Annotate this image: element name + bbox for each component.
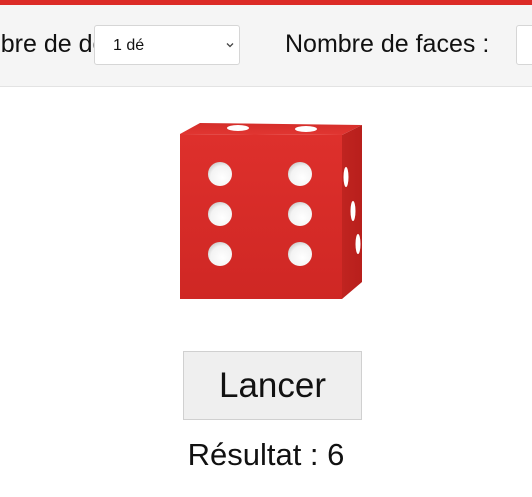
roll-button[interactable]: Lancer	[183, 351, 362, 420]
die-pip	[288, 202, 312, 226]
die-side-pip	[350, 201, 356, 221]
die-top-pip	[295, 126, 317, 132]
die-top-pip	[227, 125, 249, 131]
dice-count-select[interactable]: 1 dé	[94, 25, 240, 65]
die-side-pip	[343, 167, 349, 187]
die	[180, 123, 362, 299]
controls-bar: Nombre de dés : 1 dé Nombre de faces :	[0, 5, 532, 87]
die-pip	[288, 242, 312, 266]
dice-count-selected-value: 1 dé	[113, 37, 145, 54]
die-front-face	[180, 134, 342, 299]
faces-label: Nombre de faces :	[285, 30, 490, 58]
die-pip	[208, 242, 232, 266]
dice-area	[0, 87, 532, 337]
die-pip	[208, 202, 232, 226]
die-side-pip	[355, 234, 361, 254]
result-text: Résultat : 6	[187, 437, 345, 472]
die-top-face	[180, 123, 362, 135]
die-pip	[288, 162, 312, 186]
faces-select[interactable]	[516, 25, 532, 65]
chevron-down-icon	[226, 43, 234, 48]
die-pip	[208, 162, 232, 186]
